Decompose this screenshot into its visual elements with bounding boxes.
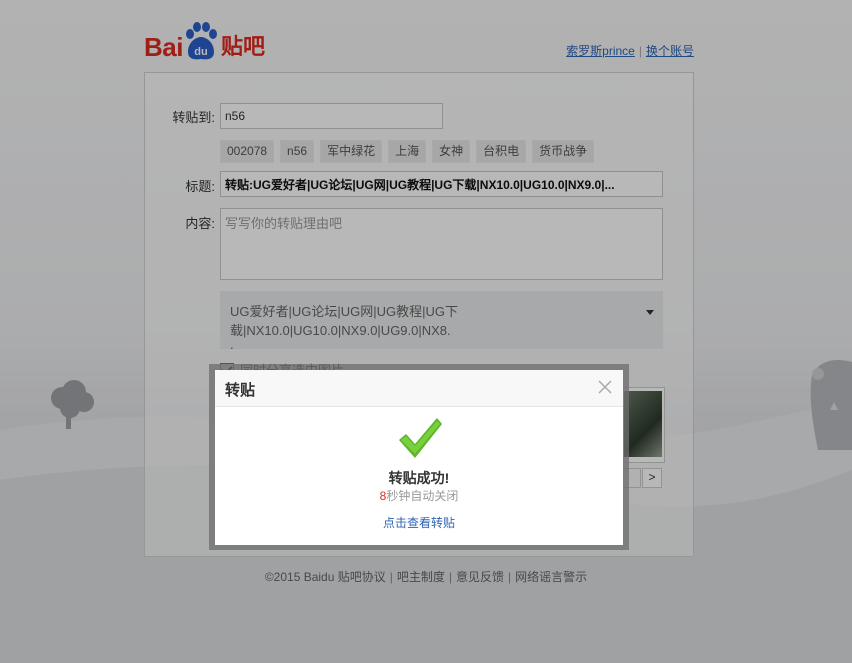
modal-backdrop (0, 0, 852, 663)
view-repost-link[interactable]: 点击查看转贴 (215, 514, 623, 531)
close-icon[interactable] (597, 379, 613, 395)
success-check-icon (399, 418, 442, 458)
success-message: 转贴成功! (388, 470, 450, 486)
countdown-text: 秒钟自动关闭 (386, 489, 459, 503)
repost-success-dialog: 转贴 转贴成功! 8秒钟自动关闭 点击查看转贴 (215, 370, 623, 545)
auto-close-countdown: 8秒钟自动关闭 (215, 487, 623, 504)
dialog-title: 转贴 (225, 382, 256, 399)
page-background: Bai du 贴吧 索罗斯prince|换个账号 转贴到: 002078 n56 (0, 0, 852, 663)
dialog-header: 转贴 (215, 370, 623, 407)
